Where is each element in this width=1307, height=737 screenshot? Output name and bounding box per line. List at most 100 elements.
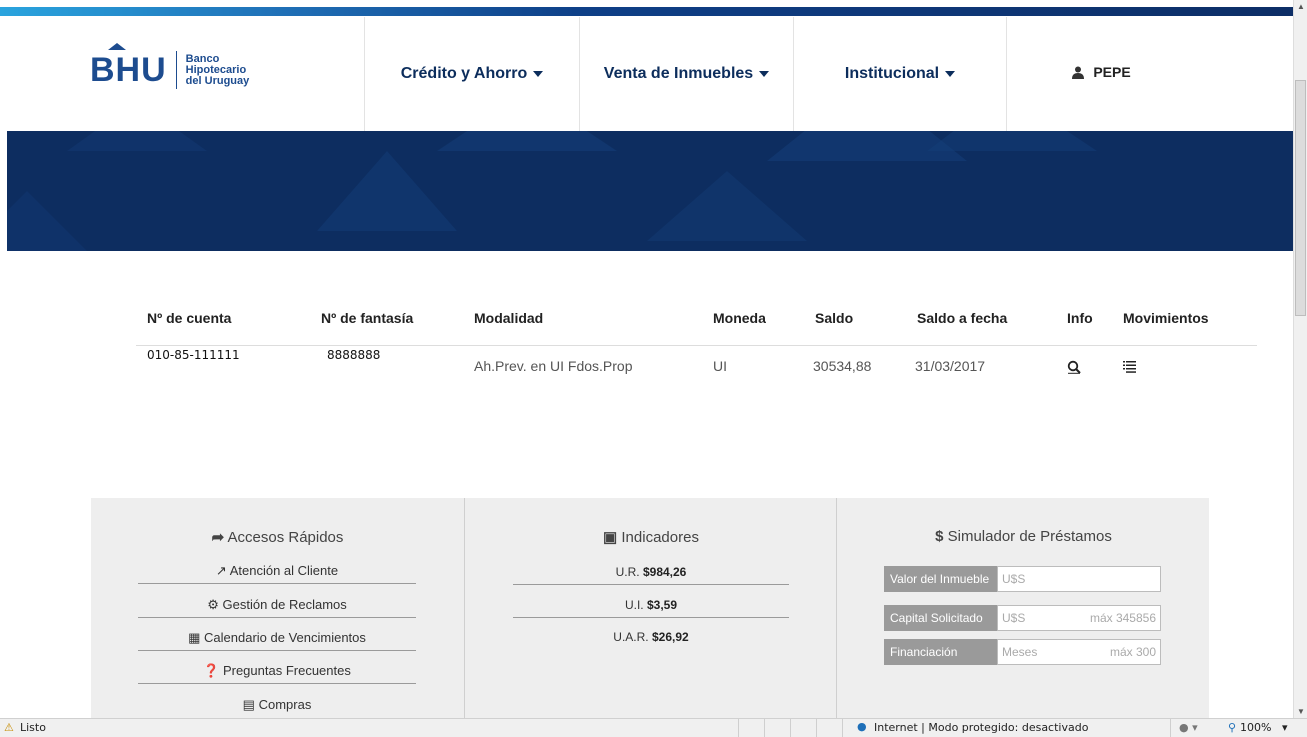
- info-search-icon[interactable]: [1067, 360, 1081, 377]
- cell-moneda: UI: [713, 358, 727, 374]
- site-header: BHU Banco Hipotecario del Uruguay Crédit…: [0, 17, 1293, 131]
- warning-icon: ⚠: [4, 721, 14, 734]
- col-header-moneda: Moneda: [713, 310, 766, 326]
- status-segment: [790, 719, 817, 737]
- credit-card-icon: ▤: [242, 697, 255, 712]
- indicator-value: $26,92: [651, 630, 689, 644]
- sim-label: Valor del Inmueble: [884, 566, 997, 592]
- logo-separator: [175, 51, 177, 89]
- link-label: Preguntas Frecuentes: [222, 663, 351, 678]
- header-divider: [136, 345, 1257, 346]
- link-atencion-cliente[interactable]: ↗ Atención al Cliente: [138, 560, 416, 584]
- financiacion-input[interactable]: Meses máx 300: [997, 639, 1161, 665]
- indicator-ui: U.I. $3,59: [513, 595, 789, 618]
- sim-capital-solicitado: Capital Solicitado U$S máx 345856: [884, 605, 1161, 631]
- col-header-movimientos: Movimientos: [1123, 310, 1209, 326]
- sim-label: Capital Solicitado: [884, 605, 997, 631]
- cell-cuenta: 010-85-111111: [147, 348, 240, 362]
- vertical-scrollbar[interactable]: ▲ ▼: [1293, 0, 1307, 718]
- simulator-title: $ Simulador de Préstamos: [837, 528, 1210, 545]
- simulator-panel: $ Simulador de Préstamos Valor del Inmue…: [836, 498, 1210, 718]
- input-placeholder: U$S: [1002, 611, 1026, 625]
- caret-down-icon: [533, 71, 544, 77]
- status-segment: [816, 719, 843, 737]
- link-compras[interactable]: ▤ Compras: [138, 694, 416, 717]
- simulator-title-text: Simulador de Préstamos: [947, 528, 1112, 545]
- scroll-up-icon[interactable]: ▲: [1297, 2, 1305, 11]
- user-menu[interactable]: PEPE: [1006, 17, 1196, 131]
- logo-line-3: del Uruguay: [185, 74, 250, 87]
- zoom-text: 100%: [1240, 721, 1272, 734]
- lock-icon: ● ▾: [1179, 721, 1198, 734]
- input-hint: máx 300: [1109, 645, 1156, 659]
- indicator-value: $984,26: [642, 565, 687, 579]
- cell-modalidad: Ah.Prev. en UI Fdos.Prop: [474, 358, 633, 374]
- zoom-icon: ⚲: [1228, 721, 1237, 734]
- cell-saldo: 30534,88: [813, 358, 872, 374]
- col-header-info: Info: [1067, 310, 1093, 326]
- chevron-down-icon: ▾: [1282, 721, 1288, 734]
- caret-down-icon: [945, 71, 956, 77]
- sim-label: Financiación: [884, 639, 997, 665]
- nav-venta-inmuebles[interactable]: Venta de Inmuebles: [579, 17, 793, 131]
- dollar-icon: $: [935, 528, 944, 545]
- gear-icon: ⚙: [207, 597, 219, 612]
- status-segment: [764, 719, 791, 737]
- indicator-label: U.R.: [615, 565, 640, 579]
- question-circle-icon: ❓: [203, 663, 220, 678]
- link-label: Atención al Cliente: [229, 563, 339, 578]
- indicators-panel: ▣ Indicadores U.R. $984,26 U.I. $3,59 U.…: [464, 498, 837, 718]
- banner-pattern: [7, 131, 1097, 251]
- bhu-logo[interactable]: BHU Banco Hipotecario del Uruguay: [90, 42, 250, 90]
- link-calendario-vencimientos[interactable]: ▦ Calendario de Vencimientos: [138, 627, 416, 651]
- input-placeholder: U$S: [1002, 572, 1026, 586]
- link-preguntas-frecuentes[interactable]: ❓ Preguntas Frecuentes: [138, 660, 416, 684]
- top-accent-bar: [0, 0, 1293, 17]
- caret-down-icon: [759, 71, 770, 77]
- money-icon: ▣: [603, 529, 618, 546]
- input-placeholder: Meses: [1002, 645, 1038, 659]
- indicators-title: ▣ Indicadores: [465, 528, 837, 546]
- user-icon: [1072, 66, 1085, 79]
- nav-institucional[interactable]: Institucional: [793, 17, 1006, 131]
- calendar-icon: ▦: [188, 630, 201, 645]
- hero-banner: [7, 131, 1293, 251]
- sim-valor-inmueble: Valor del Inmueble U$S: [884, 566, 1161, 592]
- nav-label: Crédito y Ahorro: [400, 65, 528, 82]
- share-arrow-icon: ➦: [211, 529, 225, 546]
- quick-access-title-text: Accesos Rápidos: [227, 529, 344, 546]
- zoom-control[interactable]: ⚲ 100% ▾: [1222, 719, 1292, 737]
- link-gestion-reclamos[interactable]: ⚙ Gestión de Reclamos: [138, 594, 416, 618]
- external-link-icon: ↗: [215, 563, 227, 578]
- logo-text: Banco Hipotecario del Uruguay: [185, 53, 250, 87]
- capital-solicitado-input[interactable]: U$S máx 345856: [997, 605, 1161, 631]
- quick-access-title: ➦ Accesos Rápidos: [91, 528, 464, 546]
- quick-access-panel: ➦ Accesos Rápidos ↗ Atención al Cliente …: [91, 498, 464, 718]
- nav-credito-ahorro[interactable]: Crédito y Ahorro: [364, 17, 579, 131]
- indicator-label: U.I.: [624, 598, 644, 612]
- zone-segment[interactable]: ● Internet | Modo protegido: desactivado: [842, 719, 1143, 737]
- globe-icon: ●: [857, 720, 867, 733]
- browser-status-bar: ⚠ Listo ● Internet | Modo protegido: des…: [0, 718, 1307, 737]
- col-header-fecha: Saldo a fecha: [917, 310, 1008, 326]
- gradient-line: [0, 7, 1293, 16]
- indicator-uar: U.A.R. $26,92: [513, 627, 789, 649]
- logo-roof-icon: [108, 42, 126, 50]
- zone-text: Internet | Modo protegido: desactivado: [874, 721, 1089, 734]
- movements-list-icon[interactable]: [1123, 360, 1136, 376]
- logo-mark-text: BHU: [90, 50, 167, 89]
- link-label: Calendario de Vencimientos: [204, 630, 366, 645]
- valor-inmueble-input[interactable]: U$S: [997, 566, 1161, 592]
- security-settings[interactable]: ● ▾: [1170, 719, 1221, 737]
- scroll-down-icon[interactable]: ▼: [1297, 707, 1305, 716]
- link-label: Compras: [258, 697, 312, 712]
- scroll-thumb[interactable]: [1295, 80, 1306, 316]
- indicator-label: U.A.R.: [613, 630, 649, 644]
- indicators-title-text: Indicadores: [621, 529, 699, 546]
- indicator-ur: U.R. $984,26: [513, 562, 789, 585]
- cell-fecha: 31/03/2017: [915, 358, 986, 374]
- indicator-value: $3,59: [646, 598, 678, 612]
- nav-label: Venta de Inmuebles: [603, 65, 754, 82]
- cell-fantasia: 8888888: [327, 348, 381, 362]
- footer-panels: ➦ Accesos Rápidos ↗ Atención al Cliente …: [91, 498, 1209, 718]
